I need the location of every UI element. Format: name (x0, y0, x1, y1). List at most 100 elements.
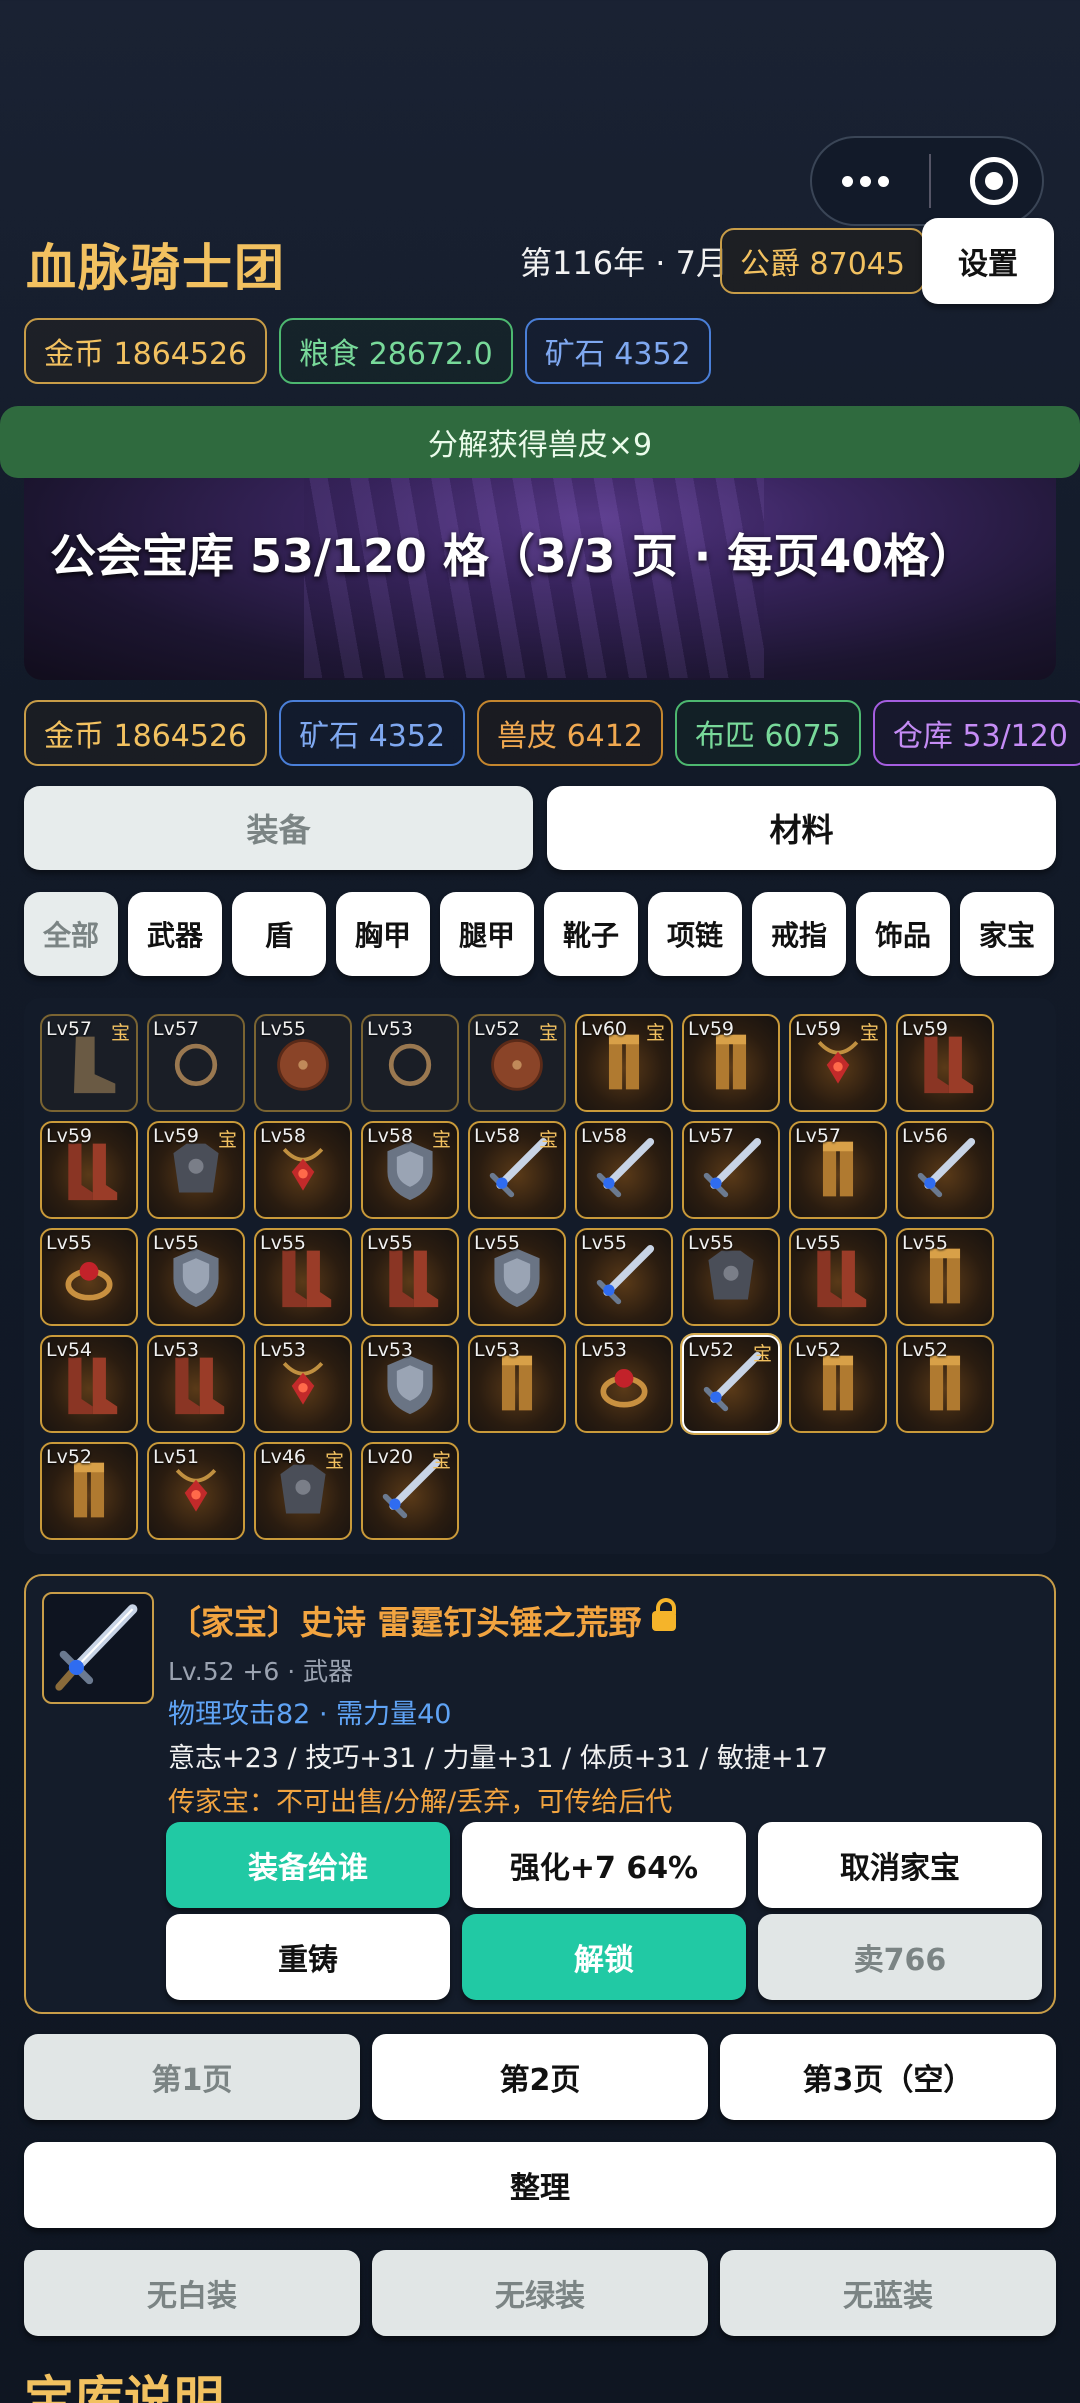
page-tabs: 第1页 第2页 第3页（空） (24, 2034, 1056, 2120)
inventory-item[interactable]: Lv20 宝 (361, 1442, 459, 1540)
inventory-item[interactable]: Lv54 (40, 1335, 138, 1433)
item-level: Lv55 (581, 1232, 628, 1254)
item-level: Lv20 (367, 1446, 414, 1468)
inventory-item[interactable]: Lv51 (147, 1442, 245, 1540)
guild-name: 血脉骑士团 (26, 239, 286, 297)
inventory-item[interactable]: Lv57 (682, 1121, 780, 1219)
quality-filter-row: 无白装 无绿装 无蓝装 (24, 2250, 1056, 2336)
category-necklace[interactable]: 项链 (648, 892, 742, 976)
inventory-item[interactable]: Lv53 (468, 1335, 566, 1433)
no-green-button[interactable]: 无绿装 (372, 2250, 708, 2336)
inventory-item[interactable]: Lv53 (361, 1014, 459, 1112)
item-level: Lv57 (46, 1018, 93, 1040)
item-level-type: Lv.52 +6 · 武器 (168, 1657, 354, 1686)
inventory-item[interactable]: Lv60 宝 (575, 1014, 673, 1112)
inventory-item[interactable]: Lv55 (254, 1014, 352, 1112)
inventory-item[interactable]: Lv52 (896, 1335, 994, 1433)
item-level: Lv59 (153, 1125, 200, 1147)
inventory-item[interactable]: Lv55 (896, 1228, 994, 1326)
equip-to-button[interactable]: 装备给谁 (166, 1822, 450, 1908)
inventory-item[interactable]: Lv55 (40, 1228, 138, 1326)
inventory-item[interactable]: Lv53 (361, 1335, 459, 1433)
tab-equipment[interactable]: 装备 (24, 786, 533, 870)
vault-hide-badge: 兽皮 6412 (477, 700, 663, 766)
item-level: Lv58 (474, 1125, 521, 1147)
inventory-item[interactable]: Lv52 宝 (468, 1014, 566, 1112)
item-name-text: 〔家宝〕史诗 雷霆钉头锤之荒野 (168, 1603, 642, 1642)
item-level: Lv55 (474, 1232, 521, 1254)
item-level: Lv53 (367, 1339, 414, 1361)
item-level: Lv57 (153, 1018, 200, 1040)
category-boots[interactable]: 靴子 (544, 892, 638, 976)
top-resource-bar: 金币 1864526 粮食 28672.0 矿石 4352 (24, 318, 711, 384)
inventory-item[interactable]: Lv52 宝 (682, 1335, 780, 1433)
category-legs[interactable]: 腿甲 (440, 892, 534, 976)
gold-badge: 金币 1864526 (24, 318, 268, 384)
inventory-item[interactable]: Lv57 宝 (40, 1014, 138, 1112)
unlock-button[interactable]: 解锁 (462, 1914, 746, 2000)
inventory-item[interactable]: Lv59 (40, 1121, 138, 1219)
settings-button[interactable]: 设置 (922, 218, 1054, 304)
inventory-item[interactable]: Lv46 宝 (254, 1442, 352, 1540)
inventory-item[interactable]: Lv55 (361, 1228, 459, 1326)
item-level: Lv53 (474, 1339, 521, 1361)
inventory-item[interactable]: Lv59 (896, 1014, 994, 1112)
inventory-item[interactable]: Lv55 (147, 1228, 245, 1326)
inventory-item[interactable]: Lv58 宝 (468, 1121, 566, 1219)
category-weapon[interactable]: 武器 (128, 892, 222, 976)
inventory-item[interactable]: Lv58 宝 (361, 1121, 459, 1219)
no-white-button[interactable]: 无白装 (24, 2250, 360, 2336)
sort-button[interactable]: 整理 (24, 2142, 1056, 2228)
inventory-item[interactable]: Lv52 (40, 1442, 138, 1540)
food-badge: 粮食 28672.0 (279, 318, 513, 384)
inventory-item[interactable]: Lv57 (147, 1014, 245, 1112)
reforge-button[interactable]: 重铸 (166, 1914, 450, 2000)
inventory-item[interactable]: Lv55 (575, 1228, 673, 1326)
inventory-item[interactable]: Lv59 宝 (147, 1121, 245, 1219)
treasure-tag: 宝 (324, 1450, 344, 1472)
tab-materials[interactable]: 材料 (547, 786, 1056, 870)
enhance-button[interactable]: 强化+7 64% (462, 1822, 746, 1908)
category-shield[interactable]: 盾 (232, 892, 326, 976)
category-heirloom[interactable]: 家宝 (960, 892, 1054, 976)
inventory-item[interactable]: Lv55 (468, 1228, 566, 1326)
no-blue-button[interactable]: 无蓝装 (720, 2250, 1056, 2336)
cancel-heirloom-button[interactable]: 取消家宝 (758, 1822, 1042, 1908)
inventory-item[interactable]: Lv55 (789, 1228, 887, 1326)
inventory-item[interactable]: Lv53 (147, 1335, 245, 1433)
inventory-item[interactable]: Lv59 宝 (789, 1014, 887, 1112)
inventory-item[interactable]: Lv59 (682, 1014, 780, 1112)
treasure-tag: 宝 (431, 1129, 451, 1151)
category-chest[interactable]: 胸甲 (336, 892, 430, 976)
item-level: Lv59 (46, 1125, 93, 1147)
inventory-item[interactable]: Lv57 (789, 1121, 887, 1219)
inventory-item[interactable]: Lv52 (789, 1335, 887, 1433)
page-2-button[interactable]: 第2页 (372, 2034, 708, 2120)
item-level: Lv55 (902, 1232, 949, 1254)
item-level: Lv55 (46, 1232, 93, 1254)
category-ring[interactable]: 戒指 (752, 892, 846, 976)
inventory-item[interactable]: Lv53 (254, 1335, 352, 1433)
inventory-item[interactable]: Lv53 (575, 1335, 673, 1433)
page-3-button[interactable]: 第3页（空） (720, 2034, 1056, 2120)
item-attack: 物理攻击82 · 需力量40 (168, 1699, 452, 1730)
item-level: Lv52 (795, 1339, 842, 1361)
item-level: Lv55 (260, 1232, 307, 1254)
sell-button[interactable]: 卖766 (758, 1914, 1042, 2000)
inventory-item[interactable]: Lv55 (254, 1228, 352, 1326)
page-1-button[interactable]: 第1页 (24, 2034, 360, 2120)
treasure-tag: 宝 (538, 1022, 558, 1044)
inventory-item[interactable]: Lv58 (575, 1121, 673, 1219)
item-level: Lv54 (46, 1339, 93, 1361)
item-level: Lv58 (367, 1125, 414, 1147)
vault-banner: 公会宝库 53/120 格（3/3 页 · 每页40格） (24, 478, 1056, 680)
close-target-icon[interactable] (970, 157, 1018, 205)
inventory-item[interactable]: Lv58 (254, 1121, 352, 1219)
category-all[interactable]: 全部 (24, 892, 118, 976)
more-icon[interactable] (842, 175, 889, 187)
inventory-item[interactable]: Lv55 (682, 1228, 780, 1326)
category-trinket[interactable]: 饰品 (856, 892, 950, 976)
vault-title: 公会宝库 53/120 格（3/3 页 · 每页40格） (50, 529, 976, 583)
inventory-item[interactable]: Lv56 (896, 1121, 994, 1219)
item-level: Lv58 (260, 1125, 307, 1147)
